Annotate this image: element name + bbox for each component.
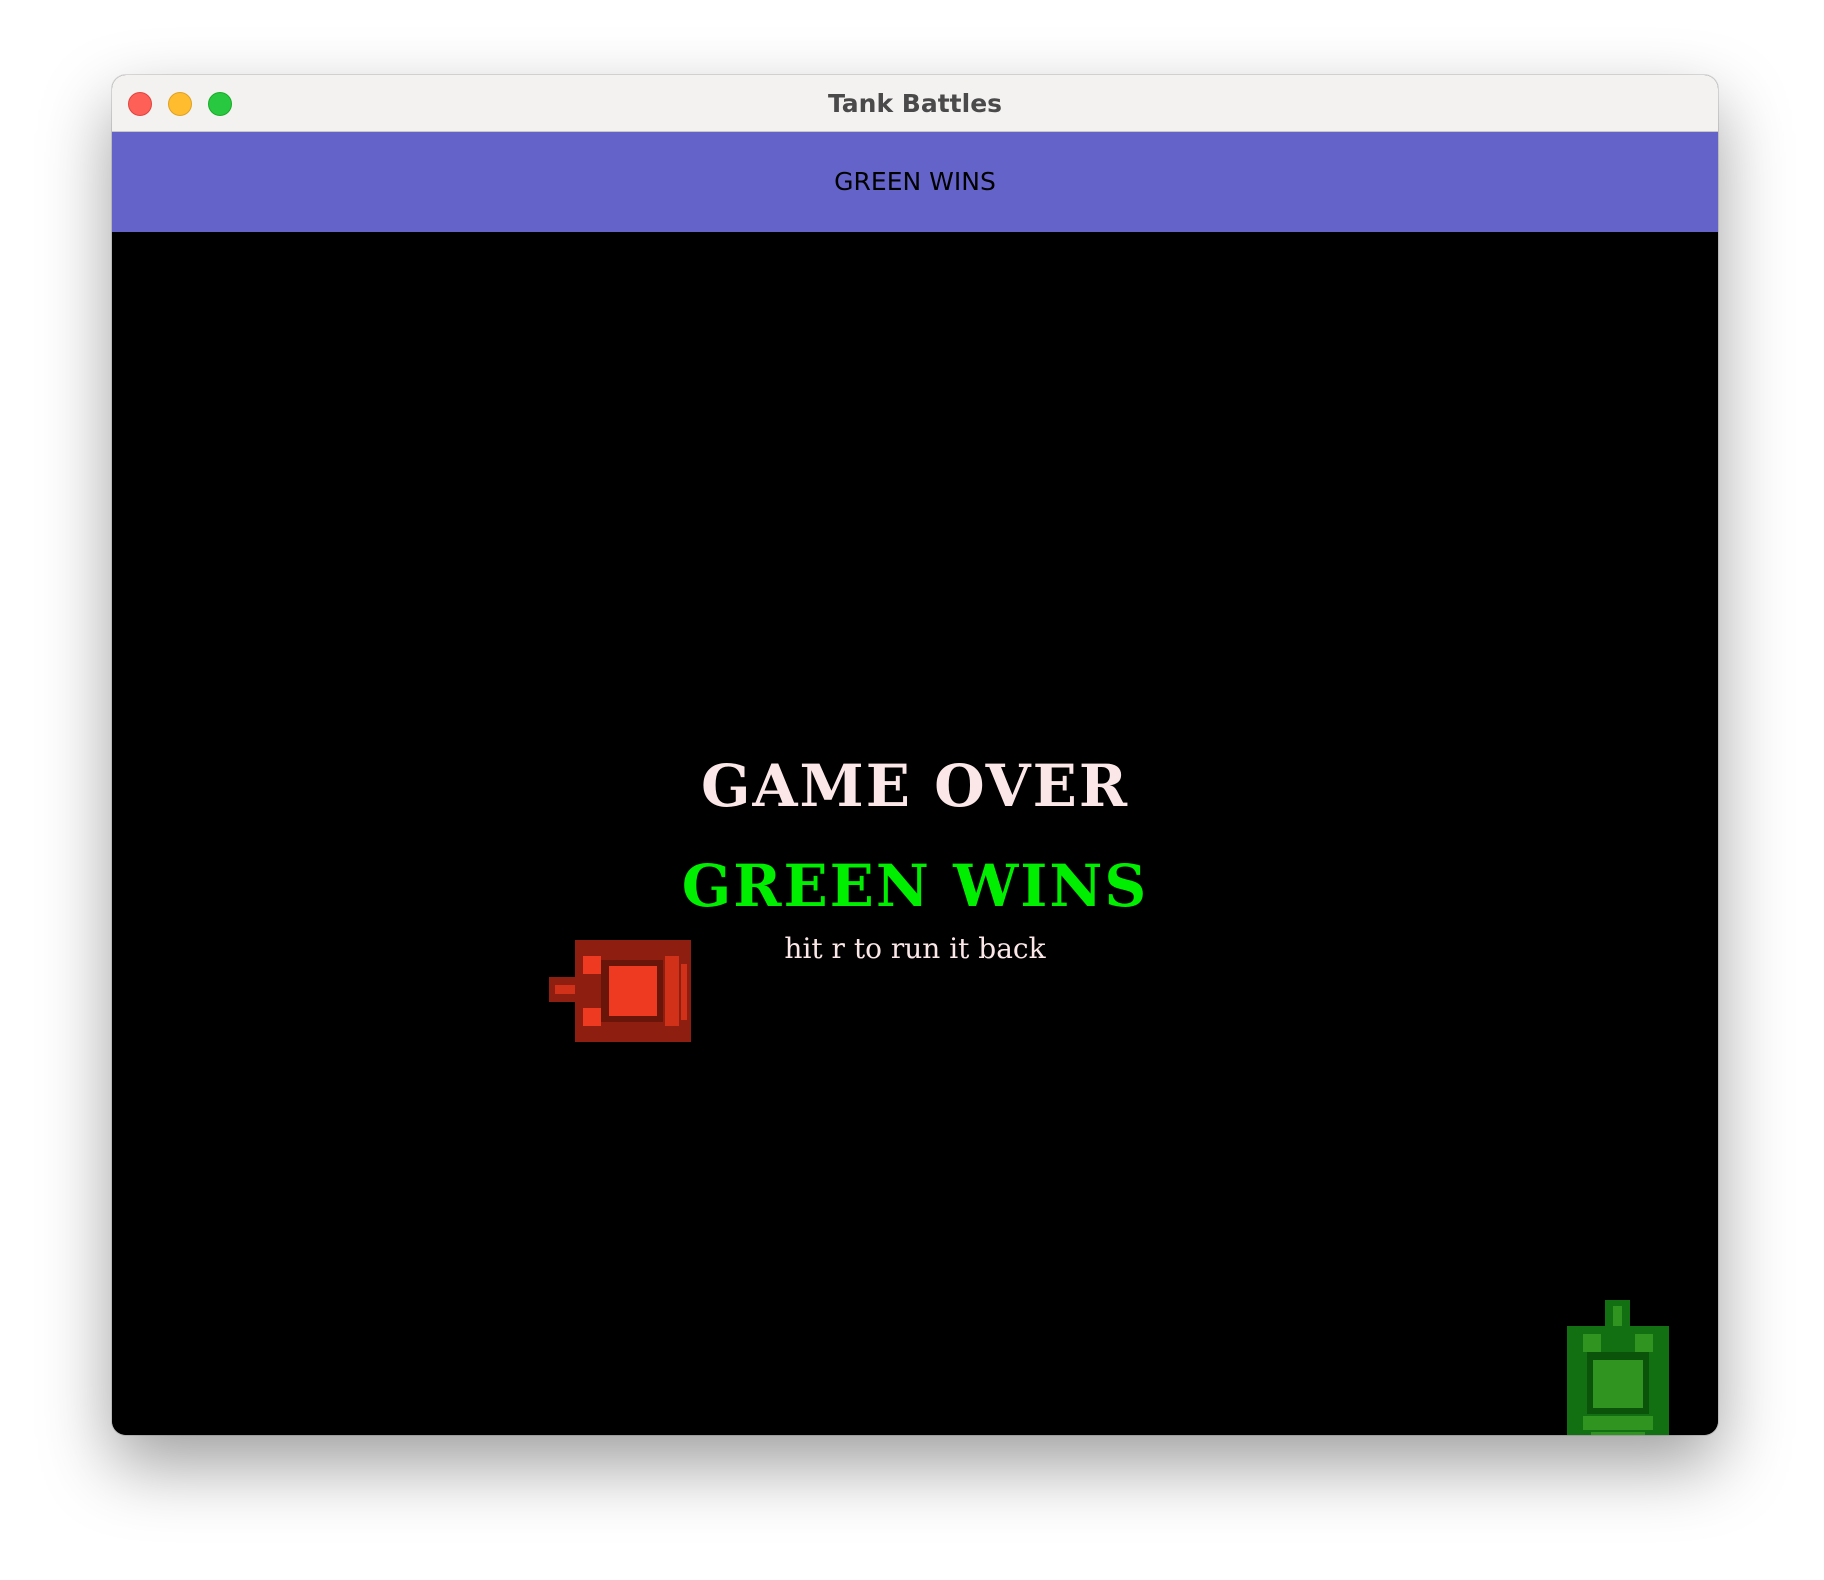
restart-hint: hit r to run it back [784, 932, 1046, 965]
title-bar[interactable]: Tank Battles [112, 75, 1718, 132]
game-over-title: GAME OVER [700, 752, 1130, 820]
status-bar-text: GREEN WINS [834, 167, 996, 196]
winner-text: GREEN WINS [681, 852, 1149, 920]
app-window: Tank Battles GREEN WINS GAME OVER GREEN … [112, 75, 1718, 1435]
green-tank [1567, 1300, 1669, 1435]
game-canvas[interactable]: GAME OVER GREEN WINS hit r to run it bac… [112, 232, 1718, 1435]
window-title: Tank Battles [827, 89, 1003, 118]
status-bar: GREEN WINS [112, 132, 1718, 232]
red-tank [549, 940, 691, 1042]
